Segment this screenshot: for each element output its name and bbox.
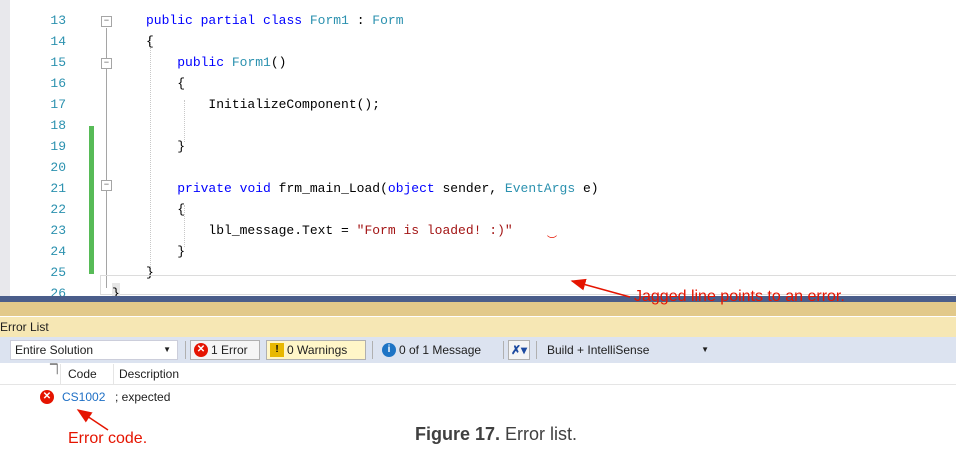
annotation-error-code: Error code.: [68, 430, 148, 447]
figure-caption: Figure 17. Error list.: [415, 424, 577, 445]
caption-label: Figure 17.: [415, 424, 501, 444]
annotation-jagged-line: Jagged line points to an error.: [634, 288, 845, 305]
caption-text: Error list.: [505, 424, 578, 444]
arrow-to-error-code: [76, 409, 109, 431]
annotation-arrows: [76, 278, 631, 431]
arrow-to-squiggle: [570, 278, 631, 298]
